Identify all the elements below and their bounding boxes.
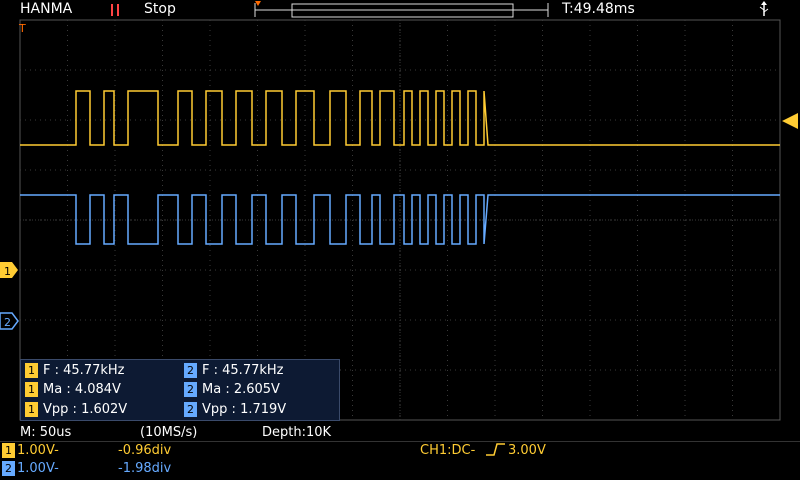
ch1-measure-freq: 1F : 45.77kHz [25,361,124,380]
ch2-max-value: 2.605V [233,382,280,397]
measurement-panel: 1F : 45.77kHz 1 Ma : 4.084V 1 Vpp : 1.602V… [20,359,340,421]
trigger-marker-label: T [18,22,26,35]
ch2-max-label: Ma [202,382,222,397]
brand-label: HANMA [20,1,73,17]
ch1-waveform [20,90,780,146]
ch1-max-value: 4.084V [74,382,121,397]
ch2-badge: 2 [184,402,197,417]
sample-rate: (10MS/s) [140,425,198,440]
ch2-badge: 2 [184,363,197,378]
ch2-badge: 2 [184,382,197,397]
memory-depth[interactable]: Depth:10K [262,425,331,440]
ch1-badge: 1 [25,363,38,378]
ch2-vpp-label: Vpp [202,402,228,417]
ch2-vpp-value: 1.719V [240,402,287,417]
ch1-freq-label: F [43,363,51,378]
ch1-max-label: Ma [43,382,63,397]
timebase[interactable]: M: 50us [20,425,71,440]
ch1-badge: 1 [25,382,38,397]
ch2-measure-max: 2 Ma : 2.605V [184,380,280,399]
ch2-offset: -1.98div [118,461,172,476]
ch1-vpp-label: Vpp [43,402,69,417]
ch1-badge: 1 [25,402,38,417]
ch1-marker-label: 1 [4,265,11,278]
ch2-status[interactable]: 2 1.00V- [2,461,59,476]
status-divider [0,441,800,442]
trigger-position-marker[interactable]: T [18,22,26,35]
ch1-measure-max: 1 Ma : 4.084V [25,380,121,399]
ch2-freq-label: F [202,363,210,378]
ch1-freq-value: 45.77kHz [63,363,125,378]
top-status-bar: HANMA Stop T:49.48ms [0,0,800,20]
ch2-measure-freq: 2F : 45.77kHz [184,361,283,380]
ch1-vpp-value: 1.602V [81,402,128,417]
bottom-status-bar: M: 50us (10MS/s) Depth:10K 1 1.00V- -0.96… [0,424,800,480]
ch1-offset: -0.96div [118,443,172,458]
ch2-freq-value: 45.77kHz [222,363,284,378]
trigger-level[interactable]: 3.00V [508,443,546,458]
ch1-measure-vpp: 1 Vpp : 1.602V [25,400,127,419]
ch2-marker-label: 2 [4,316,11,329]
ch1-scale: 1.00V- [17,443,59,458]
run-state[interactable]: Stop [144,1,176,17]
trigger-setting[interactable]: CH1:DC- [420,443,475,458]
ch1-status[interactable]: 1 1.00V- [2,443,59,458]
ch1-offset-marker[interactable]: 1 [0,262,18,278]
ch2-offset-marker[interactable]: 2 [0,312,19,330]
ch1-status-badge: 1 [2,443,15,458]
ch2-scale: 1.00V- [17,461,59,476]
trigger-level-marker[interactable] [782,113,798,129]
ch2-measure-vpp: 2 Vpp : 1.719V [184,400,286,419]
trigger-time[interactable]: T:49.48ms [562,1,635,17]
ch2-status-badge: 2 [2,461,15,476]
